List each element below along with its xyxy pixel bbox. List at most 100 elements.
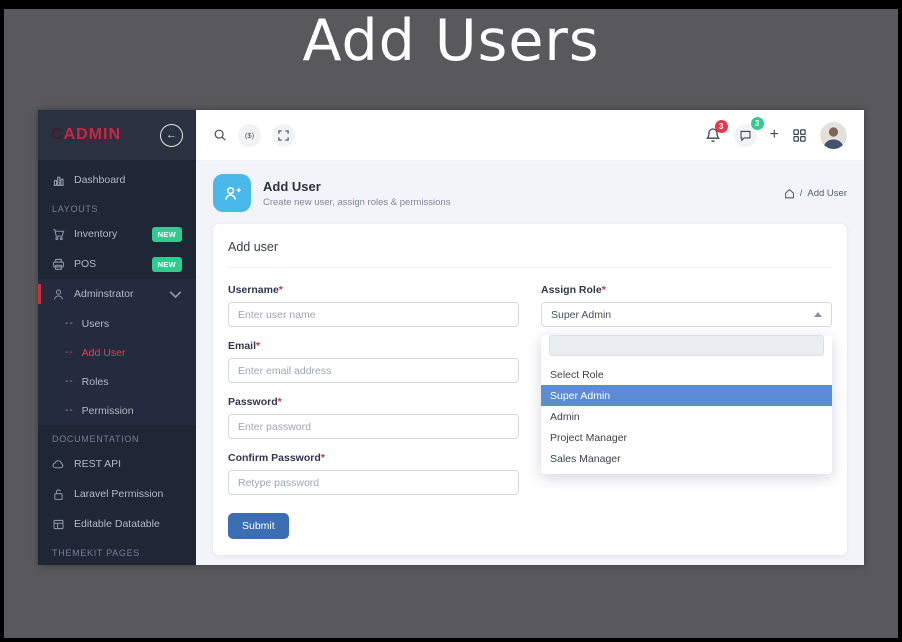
card-title: Add user (228, 240, 832, 268)
messages-button[interactable]: 3 (733, 116, 764, 147)
required-mark: * (256, 340, 261, 352)
home-icon[interactable] (784, 188, 795, 199)
chevron-down-icon (169, 288, 182, 301)
role-option-super-admin[interactable]: Super Admin (541, 385, 832, 406)
role-dropdown-search-input[interactable] (549, 335, 824, 356)
app-screenshot: CADMIN ← Dashboard LAYOUTS Inventory NEW… (38, 110, 864, 565)
sidebar-item-rest-api[interactable]: REST API (38, 449, 196, 479)
main-area: ($) 3 3 + Add User Create new user, assi… (196, 110, 864, 565)
lock-icon (54, 488, 63, 500)
table-icon (53, 519, 64, 529)
message-count-badge: 3 (750, 116, 764, 130)
sidebar: CADMIN ← Dashboard LAYOUTS Inventory NEW… (38, 110, 196, 565)
cart-icon (53, 228, 65, 240)
username-field-group: Username* (228, 284, 519, 327)
required-mark: * (320, 452, 325, 464)
sidebar-item-pos[interactable]: POS NEW (38, 249, 196, 279)
sidebar-item-administrator[interactable]: Adminstrator (38, 279, 196, 309)
page-header: Add User Create new user, assign roles &… (213, 161, 847, 224)
page-content: Add User Create new user, assign roles &… (196, 161, 864, 565)
password-input[interactable] (228, 414, 519, 439)
sidebar-item-label: Permission (81, 404, 134, 417)
password-label-text: Password (228, 396, 278, 408)
submit-button[interactable]: Submit (228, 513, 289, 539)
add-user-form: Username* Email* Password* Confirm (228, 284, 832, 539)
sidebar-item-label: POS (74, 258, 97, 270)
app-logo[interactable]: CADMIN (51, 126, 121, 144)
username-input[interactable] (228, 302, 519, 327)
topbar: ($) 3 3 + (196, 110, 864, 161)
role-option-select-role[interactable]: Select Role (541, 364, 832, 385)
sidebar-item-add-user[interactable]: -- Add User (38, 338, 196, 367)
role-option-sales-manager[interactable]: Sales Manager (541, 448, 832, 469)
add-user-card: Add user Username* Email* Pass (213, 224, 847, 555)
email-input[interactable] (228, 358, 519, 383)
sidebar-item-label: Add User (81, 346, 126, 359)
submenu-dash: -- (65, 347, 74, 358)
logo-letter-c: C (51, 126, 64, 143)
page-title: Add User (263, 178, 321, 194)
notifications-button[interactable]: 3 (705, 120, 728, 143)
password-field-group: Password* (228, 396, 519, 439)
cash-button[interactable]: ($) (238, 123, 261, 147)
sidebar-item-dashboard[interactable]: Dashboard (38, 165, 196, 195)
search-icon[interactable] (213, 128, 227, 142)
sidebar-item-label: Roles (81, 375, 109, 388)
breadcrumb: / Add User (784, 188, 847, 199)
sidebar-item-inventory[interactable]: Inventory NEW (38, 219, 196, 249)
confirm-password-label: Confirm Password* (228, 452, 519, 464)
email-label: Email* (228, 340, 519, 352)
sidebar-item-users[interactable]: -- Users (38, 309, 196, 338)
sidebar-item-label: Adminstrator (74, 288, 134, 300)
sidebar-item-permission[interactable]: -- Permission (38, 396, 196, 425)
administrator-group: Adminstrator -- Users -- Add User -- Rol… (38, 279, 196, 425)
assign-role-field-group: Assign Role* Super Admin Select Role Sup… (541, 284, 832, 474)
username-label: Username* (228, 284, 519, 296)
breadcrumb-current: Add User (807, 187, 847, 199)
user-plus-icon (224, 186, 241, 200)
banner-title: Add Users (302, 8, 600, 74)
role-option-admin[interactable]: Admin (541, 406, 832, 427)
submenu-dash: -- (65, 405, 74, 416)
sidebar-section-documentation: DOCUMENTATION (52, 434, 140, 444)
sidebar-item-editable-datatable[interactable]: Editable Datatable (38, 509, 196, 539)
sidebar-item-label: REST API (74, 458, 122, 470)
cash-icon: ($) (244, 130, 255, 140)
fullscreen-button[interactable] (272, 123, 295, 147)
avatar-photo (820, 121, 847, 149)
assign-role-select[interactable]: Super Admin (541, 302, 832, 327)
confirm-password-input[interactable] (228, 470, 519, 495)
sidebar-item-label: Users (81, 317, 110, 330)
caret-up-icon (814, 312, 822, 317)
chat-icon (740, 130, 751, 142)
cloud-icon (52, 459, 64, 468)
assign-role-label-text: Assign Role (541, 284, 602, 296)
sidebar-item-label: Inventory (74, 228, 118, 240)
breadcrumb-separator: / (799, 187, 803, 199)
sidebar-section-layouts: LAYOUTS (52, 204, 99, 214)
plus-icon[interactable]: + (770, 127, 779, 143)
sidebar-section-themekit: THEMEKIT PAGES (52, 548, 140, 558)
confirm-password-field-group: Confirm Password* (228, 452, 519, 495)
assign-role-selected-value: Super Admin (551, 308, 612, 321)
sidebar-menu: Dashboard LAYOUTS Inventory NEW POS NEW … (38, 160, 196, 563)
sidebar-item-roles[interactable]: -- Roles (38, 367, 196, 396)
password-label: Password* (228, 396, 519, 408)
page-header-text: Add User Create new user, assign roles &… (263, 179, 450, 208)
user-icon (53, 288, 64, 300)
sidebar-logo-bar: CADMIN ← (38, 110, 196, 160)
role-option-project-manager[interactable]: Project Manager (541, 427, 832, 448)
sidebar-collapse-button[interactable]: ← (160, 123, 183, 147)
submenu-dash: -- (65, 318, 74, 329)
grid-icon[interactable] (792, 128, 807, 143)
role-dropdown-panel: Select Role Super Admin Admin Project Ma… (541, 335, 832, 474)
back-arrow-icon: ← (166, 128, 177, 141)
page-subtitle: Create new user, assign roles & permissi… (263, 196, 451, 208)
new-badge: NEW (151, 256, 182, 272)
sidebar-item-label: Editable Datatable (74, 518, 160, 530)
user-avatar[interactable] (820, 121, 847, 149)
form-right-column: Assign Role* Super Admin Select Role Sup… (541, 284, 832, 539)
sidebar-item-label: Laravel Permission (74, 488, 164, 500)
sidebar-item-laravel-permission[interactable]: Laravel Permission (38, 479, 196, 509)
notification-count-badge: 3 (714, 120, 728, 133)
